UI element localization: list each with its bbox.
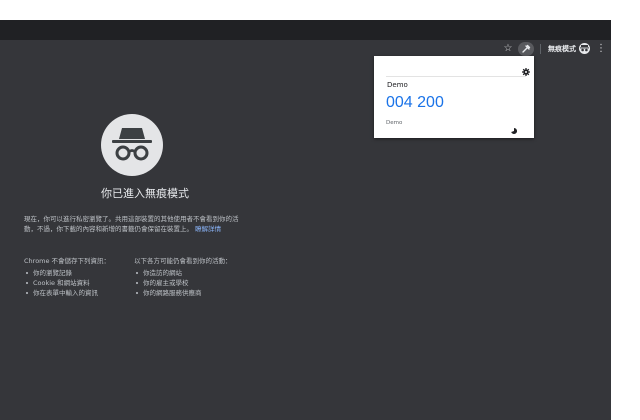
list-item: 你的網路服務供應商: [136, 288, 254, 298]
not-saved-section: Chrome 不會儲存下列資訊： 你的瀏覽記錄 Cookie 和網站資料 你在表…: [24, 256, 124, 298]
authenticator-extension-icon[interactable]: [518, 42, 534, 56]
popup-divider: [386, 76, 526, 77]
list-item: Cookie 和網站資料: [26, 278, 124, 288]
toolbar-divider: [540, 44, 541, 54]
list-item: 你造訪的網站: [136, 268, 254, 278]
visible-to-heading: 以下各方可能仍會看到你的活動：: [134, 257, 232, 265]
list-item: 你的雇主或學校: [136, 278, 254, 288]
title-bar: [0, 20, 611, 40]
intro-paragraph: 現在，你可以進行私密瀏覽了。共用這部裝置的其他使用者不會看到你的活動，不過，你下…: [24, 214, 244, 234]
not-saved-heading: Chrome 不會儲存下列資訊：: [24, 257, 111, 265]
countdown-timer-icon: [511, 119, 518, 138]
incognito-logo-icon: [101, 114, 163, 176]
list-item: 你在表單中輸入的資訊: [26, 288, 124, 298]
otp-code[interactable]: 004 200: [386, 94, 444, 112]
learn-more-link[interactable]: 瞭解詳情: [195, 225, 221, 233]
incognito-avatar-icon[interactable]: [579, 43, 590, 54]
authenticator-popup: Demo 004 200 Demo: [374, 56, 534, 138]
settings-gear-icon[interactable]: [522, 61, 530, 80]
account-label: Demo: [386, 120, 403, 126]
list-item: 你的瀏覽記錄: [26, 268, 124, 278]
page-title: 你已進入無痕模式: [101, 187, 189, 200]
more-menu-icon[interactable]: ⋮: [596, 42, 606, 56]
account-name: Demo: [387, 81, 408, 89]
incognito-mode-label[interactable]: 無痕模式: [548, 43, 576, 55]
bookmark-star-icon[interactable]: ☆: [502, 42, 514, 56]
visible-to-section: 以下各方可能仍會看到你的活動： 你造訪的網站 你的雇主或學校 你的網路服務供應商: [134, 256, 254, 298]
